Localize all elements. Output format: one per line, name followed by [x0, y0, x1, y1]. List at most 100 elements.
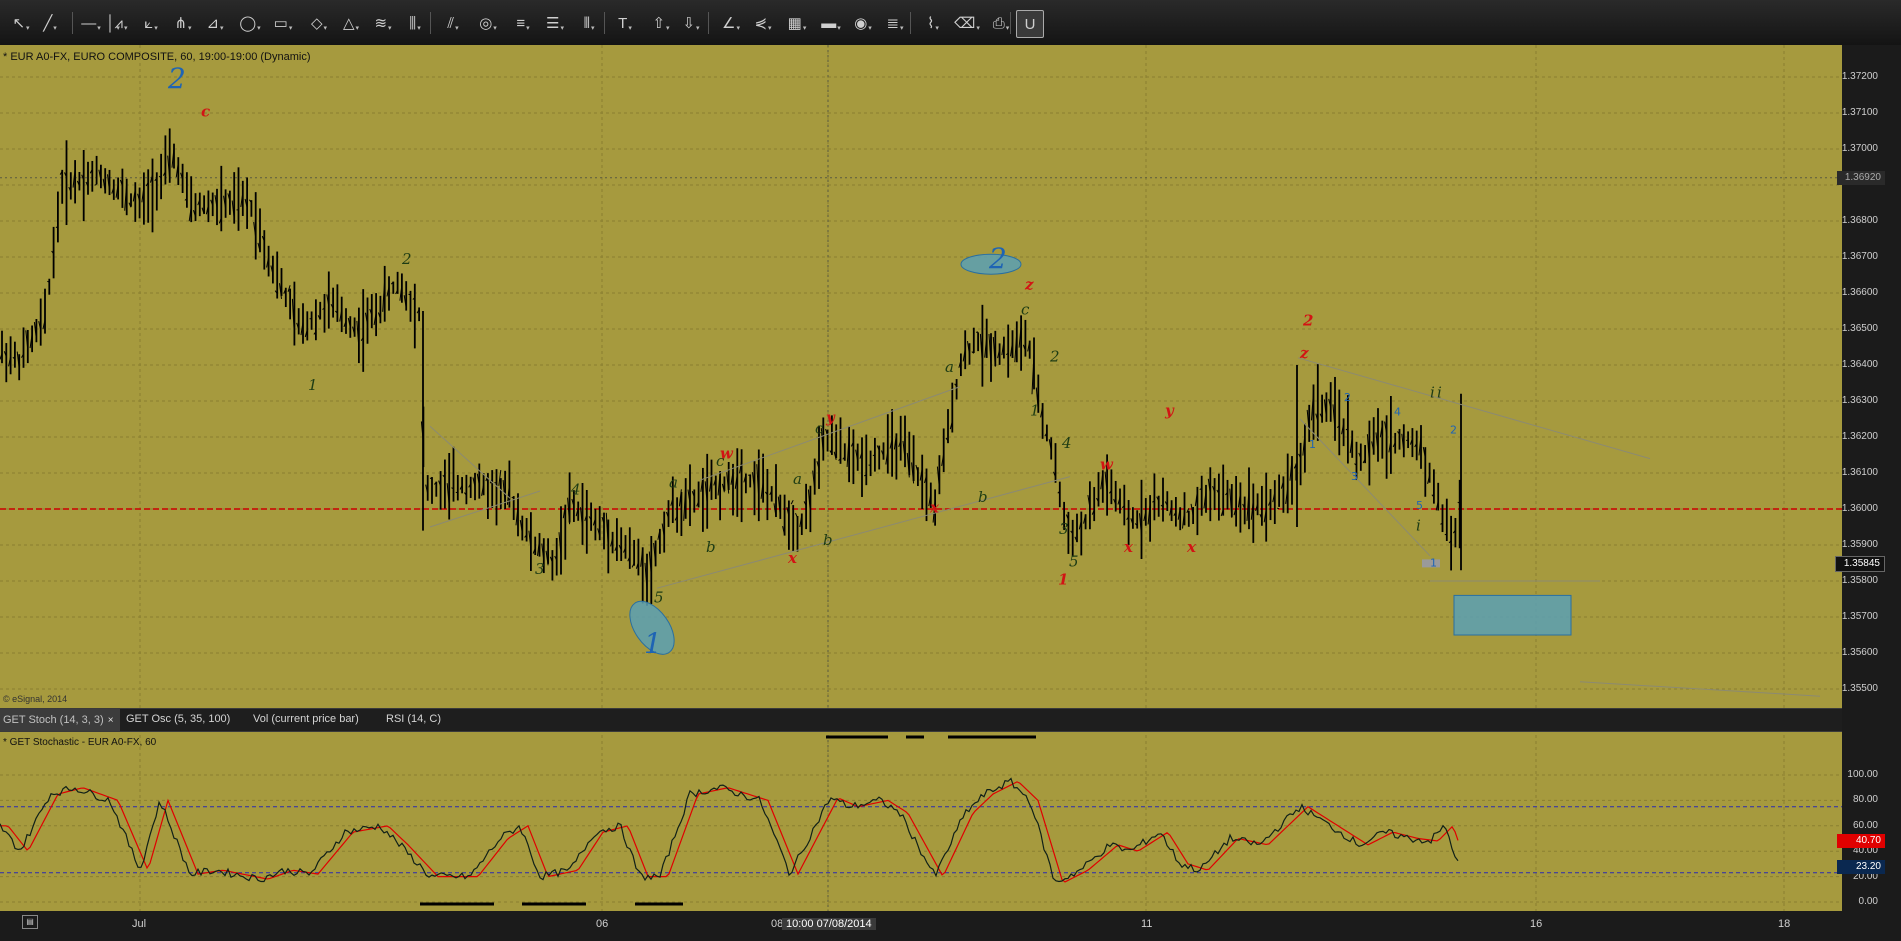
wave-label: 2: [1302, 311, 1313, 329]
chevron-down-icon[interactable]: ▾: [53, 25, 57, 32]
fan-icon[interactable]: ⟀ ▾: [138, 10, 164, 36]
date-label-jul: Jul: [132, 918, 147, 930]
chevron-down-icon[interactable]: ▾: [768, 25, 772, 32]
wave-sublabel: 2: [1450, 423, 1457, 436]
tab-get-stoch-label: GET Stoch (14, 3, 3): [3, 714, 104, 726]
chevron-down-icon[interactable]: ▾: [591, 25, 595, 32]
chevron-down-icon[interactable]: ▾: [257, 25, 261, 32]
chevron-down-icon[interactable]: ▾: [837, 25, 841, 32]
wave-label: c: [1021, 301, 1030, 319]
mob-icon[interactable]: ▬ ▾: [818, 10, 844, 36]
cursor-arrow-icon-glyph: ↖: [12, 14, 26, 32]
price-bar-open: [429, 477, 433, 479]
chevron-down-icon[interactable]: ▾: [455, 25, 459, 32]
fibonacci-extension-icon[interactable]: ☰ ▾: [542, 10, 568, 36]
price-tick-label: 1.36800: [1841, 215, 1878, 226]
chevron-down-icon[interactable]: ▾: [736, 25, 740, 32]
circles-icon[interactable]: ◎ ▾: [475, 10, 501, 36]
tab-get-stoch[interactable]: GET Stoch (14, 3, 3) ×: [0, 709, 120, 731]
price-tick-label: 1.36500: [1841, 323, 1878, 334]
zigzag-icon-glyph: ⩘: [114, 14, 123, 32]
eye-icon[interactable]: ◉ ▾: [850, 10, 876, 36]
chevron-down-icon[interactable]: ▾: [696, 25, 700, 32]
pti-icon-glyph: ≣: [886, 14, 900, 32]
chevron-down-icon[interactable]: ▾: [154, 25, 158, 32]
fibonacci-fan-icon[interactable]: ≋ ▾: [370, 10, 396, 36]
oscillator-tick-label: 60.00: [1852, 819, 1878, 831]
wave-label: 5: [654, 589, 664, 607]
wave-label: y: [1164, 401, 1175, 419]
arrow-up-icon[interactable]: ⇧ ▾: [648, 10, 674, 36]
wave-label: a: [793, 470, 802, 488]
chevron-down-icon[interactable]: ▾: [188, 25, 192, 32]
chart-title: * EUR A0-FX, EURO COMPOSITE, 60, 19:00-1…: [3, 51, 311, 63]
angle-tool-icon[interactable]: ∠ ▾: [718, 10, 744, 36]
wave-label: z: [1024, 275, 1034, 293]
wave-label: a: [669, 473, 678, 491]
grid-icon[interactable]: ▦ ▾: [784, 10, 810, 36]
arrow-down-icon[interactable]: ⇩ ▾: [678, 10, 704, 36]
chevron-down-icon[interactable]: ▾: [560, 25, 564, 32]
eraser-icon[interactable]: ◇ ▾: [306, 10, 332, 36]
rectangle-icon[interactable]: ▭ ▾: [270, 10, 296, 36]
close-icon[interactable]: ×: [108, 715, 114, 726]
fibonacci-time-icon[interactable]: ⫼ ▾: [402, 10, 428, 36]
toolbar-separator: [1010, 12, 1011, 34]
chevron-down-icon[interactable]: ▾: [526, 25, 530, 32]
grid-icon-glyph: ▦: [787, 14, 802, 32]
zigzag-icon[interactable]: ⩘ ▾: [108, 10, 134, 36]
tab-rsi[interactable]: RSI (14, C): [386, 713, 441, 725]
toolbar-separator: [708, 12, 709, 34]
wave-label: 4: [1061, 434, 1072, 452]
time-cycles-icon[interactable]: ⦀ ▾: [576, 10, 602, 36]
chevron-down-icon[interactable]: ▾: [666, 25, 670, 32]
time-cycles-icon-glyph: ⦀: [583, 14, 591, 32]
pitchfork-icon[interactable]: ⋔ ▾: [170, 10, 196, 36]
chart-corner-icon[interactable]: ▤: [22, 915, 38, 929]
chevron-down-icon[interactable]: ▾: [388, 25, 392, 32]
ellipse-icon[interactable]: ◯ ▾: [237, 10, 263, 36]
chevron-down-icon[interactable]: ▾: [868, 25, 872, 32]
wave-count-icon[interactable]: ⌇ ▾: [920, 10, 946, 36]
chevron-down-icon[interactable]: ▾: [124, 25, 128, 32]
parallel-channel-icon[interactable]: ⫽ ▾: [440, 10, 466, 36]
cursor-arrow-icon[interactable]: ↖ ▾: [8, 10, 34, 36]
price-tick-label: 1.36100: [1841, 467, 1878, 478]
esignal-watermark: © eSignal, 2014: [3, 694, 68, 704]
chevron-down-icon[interactable]: ▾: [26, 25, 30, 32]
chevron-down-icon[interactable]: ▾: [900, 25, 904, 32]
fibonacci-retracement-icon[interactable]: ≡ ▾: [510, 10, 536, 36]
wave-label: c: [815, 419, 824, 437]
chevron-down-icon[interactable]: ▾: [220, 25, 224, 32]
erase-all-icon[interactable]: ⌫ ▾: [954, 10, 980, 36]
chevron-down-icon[interactable]: ▾: [289, 25, 293, 32]
chevron-down-icon[interactable]: ▾: [1006, 25, 1010, 32]
wave-label: x: [1123, 538, 1134, 556]
andrews-icon[interactable]: ⋞ ▾: [750, 10, 776, 36]
magnet-icon[interactable]: U: [1016, 10, 1044, 38]
chevron-down-icon[interactable]: ▾: [493, 25, 497, 32]
chevron-down-icon[interactable]: ▾: [628, 25, 632, 32]
wave-label: 5: [1069, 553, 1079, 571]
chevron-down-icon[interactable]: ▾: [417, 25, 421, 32]
chevron-down-icon[interactable]: ▾: [976, 25, 980, 32]
wave-label: i: [1430, 383, 1435, 401]
chevron-down-icon[interactable]: ▾: [935, 25, 939, 32]
pti-icon[interactable]: ≣ ▾: [882, 10, 908, 36]
chevron-down-icon[interactable]: ▾: [356, 25, 360, 32]
text-tool-icon[interactable]: T ▾: [612, 10, 638, 36]
circles-icon-glyph: ◎: [479, 14, 493, 32]
horizontal-line-icon-glyph: —: [81, 14, 97, 32]
oscillator-tick-label: 100.00: [1847, 769, 1878, 780]
chevron-down-icon[interactable]: ▾: [803, 25, 807, 32]
wave-label: 2: [988, 242, 1007, 275]
line-tool-icon[interactable]: ╱ ▾: [37, 10, 63, 36]
triangle-icon[interactable]: △ ▾: [338, 10, 364, 36]
tab-volume[interactable]: Vol (current price bar): [253, 713, 359, 725]
fibonacci-fan-icon-glyph: ≋: [374, 14, 388, 32]
fibonacci-retracement-icon-glyph: ≡: [516, 14, 526, 32]
tab-get-osc[interactable]: GET Osc (5, 35, 100): [126, 713, 230, 725]
chevron-down-icon[interactable]: ▾: [324, 25, 328, 32]
chart-canvas[interactable]: 2c213451abcwabxcyxabcz2124351wxyx2zi ii12…: [0, 45, 1901, 941]
gann-fan-icon[interactable]: ⊿ ▾: [202, 10, 228, 36]
